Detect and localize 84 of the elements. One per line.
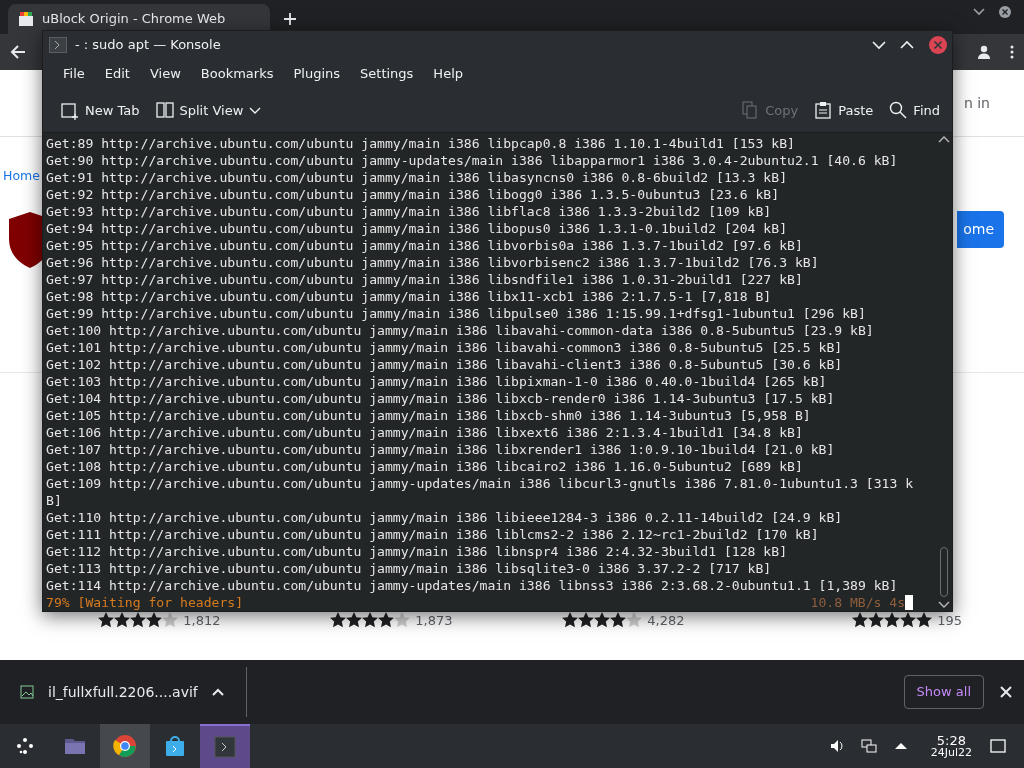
terminal-line: Get:105 http://archive.ubuntu.com/ubuntu jammy/main i386 libxcb-shm0 i386 1.14-3ubuntu3 [5,958 B] [46, 407, 812, 424]
terminal-line: Get:112 http://archive.ubuntu.com/ubuntu jammy/main i386 libnspr4 i386 2:4.32-3build1 [128 kB] [46, 543, 788, 560]
terminal-icon [213, 735, 237, 759]
clock-date[interactable]: 24Jul22 [930, 747, 972, 758]
toolbar-button[interactable]: Paste [808, 96, 880, 125]
window-title: - : sudo apt — Konsole [75, 35, 222, 54]
menu-item[interactable]: Help [423, 63, 473, 84]
window-close-icon[interactable] [998, 5, 1012, 19]
progress-status: 79% [Waiting for headers] [46, 594, 244, 611]
terminal-line: Get:103 http://archive.ubuntu.com/ubuntu jammy/main i386 libpixman-1-0 i386 0.40.0-1build4 [265 kB] [46, 373, 828, 390]
split-view-icon [155, 101, 174, 121]
minimize-icon[interactable] [872, 39, 886, 50]
toolbar-button[interactable]: Find [883, 96, 946, 125]
menu-item[interactable]: Settings [350, 63, 424, 84]
network-icon[interactable] [860, 738, 877, 754]
sign-in-link[interactable]: n in [963, 92, 990, 114]
terminal-line: Get:92 http://archive.ubuntu.com/ubuntu jammy/main i386 libogg0 i386 1.3.5-0ubuntu3 [23.6 kB] [46, 186, 781, 203]
breadcrumb-link[interactable]: Home [3, 168, 40, 183]
maximize-icon[interactable] [900, 39, 914, 50]
search-icon [889, 101, 908, 121]
new-tab-icon [61, 101, 79, 121]
volume-icon[interactable] [828, 738, 845, 754]
terminal-line: Get:106 http://archive.ubuntu.com/ubuntu jammy/main i386 libxext6 i386 2:1.3.4-1build1 [34.8 kB] [46, 424, 804, 441]
more-menu-icon[interactable] [1010, 45, 1014, 59]
profile-icon[interactable] [976, 45, 991, 59]
download-speed: 10.8 MB/s 4s [810, 594, 906, 611]
menu-item[interactable]: Plugins [283, 63, 351, 84]
terminal-line: Get:98 http://archive.ubuntu.com/ubuntu jammy/main i386 libx11-xcb1 i386 2:1.7.5-1 [7,818 B] [46, 288, 773, 305]
show-all-button[interactable]: Show all [903, 675, 984, 709]
taskbar-app[interactable] [100, 724, 150, 768]
terminal-line: Get:104 http://archive.ubuntu.com/ubuntu jammy/main i386 libxcb-render0 i386 1.14-3ubuntu3 [17.5 kB] [46, 390, 836, 407]
store-icon [18, 11, 34, 27]
shopping-bag-icon [163, 734, 187, 758]
toolbar-button[interactable]: New Tab [55, 96, 146, 125]
terminal-line: Get:90 http://archive.ubuntu.com/ubuntu jammy-updates/main i386 libapparmor1 i386 3.0.4-2ubuntu2.1 [40.6 kB] [46, 152, 899, 169]
terminal-line: Get:108 http://archive.ubuntu.com/ubuntu jammy/main i386 libcairo2 i386 1.16.0-5ubuntu2 [689 kB] [46, 458, 804, 475]
scroll-down-icon[interactable] [938, 601, 950, 609]
terminal-line: Get:111 http://archive.ubuntu.com/ubuntu jammy/main i386 liblcms2-2 i386 2.12~rc1-2build2 [170 kB] [46, 526, 820, 543]
terminal-line: Get:99 http://archive.ubuntu.com/ubuntu jammy/main i386 libpulse0 i386 1:15.99.1+dfsg1-1ubuntu1 [296 kB] [46, 305, 867, 322]
clock-time[interactable]: 5:28 [936, 734, 966, 747]
text-cursor [905, 595, 914, 610]
menu-item[interactable]: Edit [94, 63, 140, 84]
rating-count: 1,873 [415, 611, 453, 630]
terminal-icon [49, 36, 67, 53]
add-button[interactable]: ome [957, 210, 1004, 248]
toolbar-button[interactable]: Split View [149, 96, 268, 125]
terminal-line: Get:101 http://archive.ubuntu.com/ubuntu jammy/main i386 libavahi-common3 i386 0.8-5ubuntu5 [25.5 kB] [46, 339, 844, 356]
terminal-line: Get:93 http://archive.ubuntu.com/ubuntu jammy/main i386 libflac8 i386 1.3.3-2build2 [109 kB] [46, 203, 773, 220]
clipboard-icon [814, 101, 833, 121]
terminal-line: Get:102 http://archive.ubuntu.com/ubuntu jammy/main i386 libavahi-client3 i386 0.8-5ubuntu5 [30.6 kB] [46, 356, 844, 373]
menu-item[interactable]: File [53, 63, 95, 84]
terminal-line: Get:91 http://archive.ubuntu.com/ubuntu jammy/main i386 libasyncns0 i386 0.8-6build2 [13.3 kB] [46, 169, 788, 186]
terminal-line: Get:107 http://archive.ubuntu.com/ubuntu jammy/main i386 libxrender1 i386 1:0.9.10-1build4 [21.0 kB] [46, 441, 836, 458]
terminal-line: Get:97 http://archive.ubuntu.com/ubuntu jammy/main i386 libsndfile1 i386 1.0.31-2build1 [227 kB] [46, 271, 804, 288]
back-arrow-icon[interactable] [10, 44, 26, 60]
chevron-down-icon[interactable] [973, 8, 985, 16]
rating-count: 195 [937, 611, 963, 630]
copy-icon [741, 101, 760, 121]
menu-item[interactable]: View [139, 63, 191, 84]
terminal-line: Get:110 http://archive.ubuntu.com/ubuntu jammy/main i386 libieee1284-3 i386 0.2.11-14build2 [24.9 kB] [46, 509, 844, 526]
caret-up-icon[interactable] [211, 688, 224, 696]
terminal-line: Get:113 http://archive.ubuntu.com/ubuntu jammy/main i386 libsqlite3-0 i386 3.37.2-2 [717 kB] [46, 560, 773, 577]
new-tab-icon[interactable] [282, 11, 298, 27]
browser-icon [113, 734, 137, 758]
star-icon [162, 612, 178, 629]
tab-title: uBlock Origin - Chrome Web [42, 10, 226, 29]
terminal-line: Get:89 http://archive.ubuntu.com/ubuntu jammy/main i386 libpcap0.8 i386 1.10.1-4build1 [153 kB] [46, 135, 796, 152]
rating-count: 1,812 [183, 611, 221, 630]
terminal-line: Get:114 http://archive.ubuntu.com/ubuntu jammy-updates/main i386 libnss3 i386 2:3.68.2-0ubuntu1.1 [1,389 kB] [46, 577, 899, 594]
image-file-icon [20, 685, 34, 699]
terminal-line: Get:109 http://archive.ubuntu.com/ubuntu jammy-updates/main i386 libcurl3-gnutls i386 7.81.0-1ubuntu1.3 [313 kB] [46, 475, 914, 509]
chevron-down-icon [249, 106, 262, 115]
scroll-up-icon[interactable] [938, 135, 950, 143]
rating-count: 4,282 [647, 611, 685, 630]
star-icon [394, 612, 410, 629]
show-desktop-icon[interactable] [990, 738, 1006, 754]
star-icon [626, 612, 642, 629]
terminal-line: Get:100 http://archive.ubuntu.com/ubuntu jammy/main i386 libavahi-common-data i386 0.8-5ubuntu5 [23.9 kB] [46, 322, 875, 339]
menu-item[interactable]: Bookmarks [190, 63, 284, 84]
close-icon[interactable] [1000, 686, 1012, 698]
terminal-line: Get:95 http://archive.ubuntu.com/ubuntu jammy/main i386 libvorbis0a i386 1.3.7-1build2 [97.6 kB] [46, 237, 804, 254]
terminal-line: Get:96 http://archive.ubuntu.com/ubuntu jammy/main i386 libvorbisenc2 i386 1.3.7-1build2 [76.3 kB] [46, 254, 820, 271]
terminal-line: Get:94 http://archive.ubuntu.com/ubuntu jammy/main i386 libopus0 i386 1.3.1-0.1build2 [204 kB] [46, 220, 788, 237]
download-filename[interactable]: il_fullxfull.2206....avif [48, 681, 198, 703]
